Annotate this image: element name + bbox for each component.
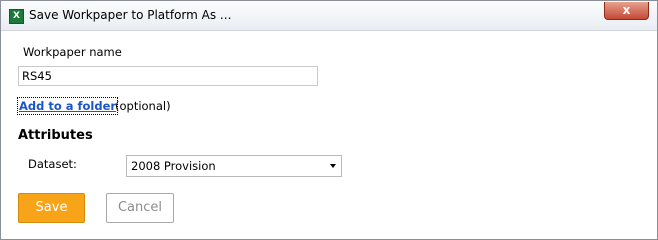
dialog-window: X Save Workpaper to Platform As ... x Wo… [0, 0, 658, 240]
close-button[interactable]: x [604, 2, 649, 20]
save-button[interactable]: Save [18, 193, 85, 223]
add-to-folder-link[interactable]: Add to a folder [16, 97, 119, 115]
workpaper-name-input[interactable]: RS45 [18, 66, 318, 86]
excel-icon: X [9, 9, 24, 24]
dataset-selected-value: 2008 Provision [131, 159, 216, 173]
dialog-content: Workpaper name RS45 Add to a folder (opt… [9, 31, 649, 230]
dataset-select[interactable]: 2008 Provision [126, 155, 342, 177]
attributes-heading: Attributes [18, 128, 93, 143]
cancel-button[interactable]: Cancel [106, 193, 174, 223]
close-icon: x [622, 3, 631, 17]
folder-optional-hint: (optional) [115, 99, 171, 113]
workpaper-name-label: Workpaper name [23, 45, 122, 59]
dropdown-arrow-icon [330, 164, 336, 168]
dataset-label: Dataset: [28, 157, 77, 171]
title-bar[interactable]: X Save Workpaper to Platform As ... x [1, 1, 657, 31]
window-title: Save Workpaper to Platform As ... [29, 8, 232, 22]
workpaper-name-value: RS45 [22, 69, 52, 83]
